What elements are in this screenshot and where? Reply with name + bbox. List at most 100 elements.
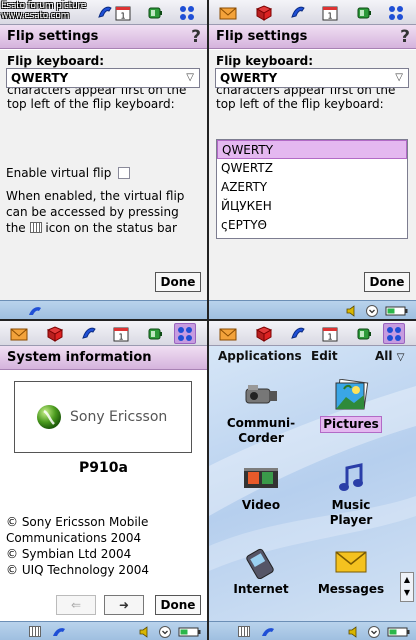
mail-icon[interactable] xyxy=(8,323,30,344)
page-title-text: Flip settings xyxy=(216,29,308,44)
layout-options-list: QWERTY QWERTZ AZERTY ЙЦУКЕН ςΕΡΤΥΘ xyxy=(216,139,408,239)
layout-option[interactable]: ςΕΡΤΥΘ xyxy=(217,216,407,235)
page-title: System information xyxy=(0,346,207,370)
battery-icon[interactable] xyxy=(353,323,375,344)
phone-icon[interactable] xyxy=(78,323,100,344)
layout-option[interactable]: ЙЦУКЕН xyxy=(217,197,407,216)
done-button[interactable]: Done xyxy=(155,272,201,292)
app-label: Messages xyxy=(317,582,385,596)
apps-grid-icon[interactable] xyxy=(176,2,198,23)
flip-keyboard-select[interactable]: QWERTY ▽ xyxy=(215,68,409,88)
flip-icon[interactable] xyxy=(50,624,68,639)
copyright-line: © Symbian Ltd 2004 xyxy=(6,547,132,561)
chevron-down-icon: ▽ xyxy=(396,352,405,363)
music-note-icon xyxy=(331,461,371,495)
watermark-line1: Esato forum picture xyxy=(1,1,87,11)
layout-option[interactable]: QWERTY xyxy=(217,140,407,159)
virtual-flip-help: When enabled, the virtual flip can be ac… xyxy=(6,188,202,236)
copyright-block: © Sony Ericsson Mobile Communications 20… xyxy=(6,514,149,578)
done-button[interactable]: Done xyxy=(364,272,410,292)
app-label: Internet xyxy=(233,582,289,596)
watermark: Esato forum picture www.esato.com xyxy=(1,1,86,21)
virtual-flip-checkbox[interactable] xyxy=(118,167,131,179)
page-title: Flip settings ? xyxy=(0,25,207,49)
done-button[interactable]: Done xyxy=(155,595,201,615)
flip-icon[interactable] xyxy=(259,624,277,639)
app-communicorder[interactable]: Communi- Corder xyxy=(219,379,303,446)
clock-icon[interactable] xyxy=(158,624,172,639)
book-icon[interactable] xyxy=(253,2,275,23)
apps-grid-icon[interactable] xyxy=(385,2,407,23)
app-music-player[interactable]: Music Player xyxy=(309,461,393,528)
status-bar xyxy=(209,300,416,319)
virtual-flip-status-icon[interactable] xyxy=(28,624,42,639)
menu-edit[interactable]: Edit xyxy=(311,349,338,363)
applications-launcher-screen: Applications Edit All ▽ Communi- Corder … xyxy=(209,321,416,640)
launcher-menu-bar: Applications Edit All ▽ xyxy=(209,346,416,366)
forward-button[interactable]: ➜ xyxy=(104,595,144,615)
calendar-icon[interactable] xyxy=(319,323,341,344)
flip-keyboard-select[interactable]: QWERTY ▽ xyxy=(6,68,200,88)
battery-icon[interactable] xyxy=(144,323,166,344)
menu-all[interactable]: All ▽ xyxy=(375,349,404,363)
flip-keyboard-select-value: QWERTY xyxy=(11,71,69,85)
phone-icon[interactable] xyxy=(287,323,309,344)
app-video[interactable]: Video xyxy=(219,461,303,513)
mail-icon[interactable] xyxy=(217,323,239,344)
mail-icon[interactable] xyxy=(217,2,239,23)
virtual-flip-row: Enable virtual flip xyxy=(6,166,131,180)
virtual-flip-label: Enable virtual flip xyxy=(6,166,112,180)
app-label: Video xyxy=(241,498,281,512)
video-icon xyxy=(241,461,281,495)
scroll-control[interactable]: ▲ ▼ xyxy=(400,572,414,602)
app-toolbar xyxy=(0,321,207,346)
page-title-text: System information xyxy=(7,350,152,365)
internet-phone-icon xyxy=(241,545,281,579)
speaker-icon[interactable] xyxy=(347,624,361,639)
battery-status-icon xyxy=(387,624,411,639)
virtual-flip-status-icon[interactable] xyxy=(237,624,251,639)
speaker-icon[interactable] xyxy=(345,303,359,318)
back-button[interactable]: ⇐ xyxy=(56,595,96,615)
clock-icon[interactable] xyxy=(365,303,379,318)
battery-status-icon xyxy=(385,303,409,318)
calendar-icon[interactable] xyxy=(319,2,341,23)
flip-settings-screen: Esato forum picture www.esato.com Flip s… xyxy=(0,0,207,319)
book-icon[interactable] xyxy=(253,323,275,344)
layout-option[interactable]: AZERTY xyxy=(217,178,407,197)
help-icon[interactable]: ? xyxy=(191,27,201,47)
app-toolbar xyxy=(209,321,416,346)
layout-option[interactable]: QWERTZ xyxy=(217,159,407,178)
speaker-icon[interactable] xyxy=(138,624,152,639)
apps-grid-icon[interactable] xyxy=(383,323,405,344)
flip-icon[interactable] xyxy=(26,303,44,318)
app-label: Communi- Corder xyxy=(226,416,296,445)
flip-keyboard-label: Flip keyboard: xyxy=(7,54,105,68)
flip-keyboard-select-value: QWERTY xyxy=(220,71,278,85)
battery-icon[interactable] xyxy=(144,2,166,23)
battery-status-icon xyxy=(178,624,202,639)
clock-icon[interactable] xyxy=(367,624,381,639)
brand-logo-box: Sony Ericsson xyxy=(14,381,192,453)
status-bar xyxy=(209,621,416,640)
watermark-line2: www.esato.com xyxy=(1,11,70,21)
system-information-screen: System information Sony Ericsson P910a ©… xyxy=(0,321,207,640)
calendar-icon[interactable] xyxy=(110,323,132,344)
menu-applications[interactable]: Applications xyxy=(218,349,302,363)
calendar-icon[interactable] xyxy=(112,2,134,23)
model-name: P910a xyxy=(79,460,128,476)
battery-icon[interactable] xyxy=(353,2,375,23)
app-pictures[interactable]: Pictures xyxy=(309,379,393,433)
chevron-down-icon: ▽ xyxy=(186,72,194,83)
status-bar xyxy=(0,621,207,640)
virtual-flip-help-text-end: icon on the status bar xyxy=(45,221,177,235)
app-label: Pictures xyxy=(320,416,382,433)
flip-keyboard-label: Flip keyboard: xyxy=(216,54,314,68)
app-internet[interactable]: Internet xyxy=(219,545,303,597)
phone-icon[interactable] xyxy=(287,2,309,23)
app-messages[interactable]: Messages xyxy=(309,545,393,597)
book-icon[interactable] xyxy=(44,323,66,344)
help-icon[interactable]: ? xyxy=(400,27,410,47)
apps-grid-icon[interactable] xyxy=(174,323,196,344)
status-bar xyxy=(0,300,207,319)
